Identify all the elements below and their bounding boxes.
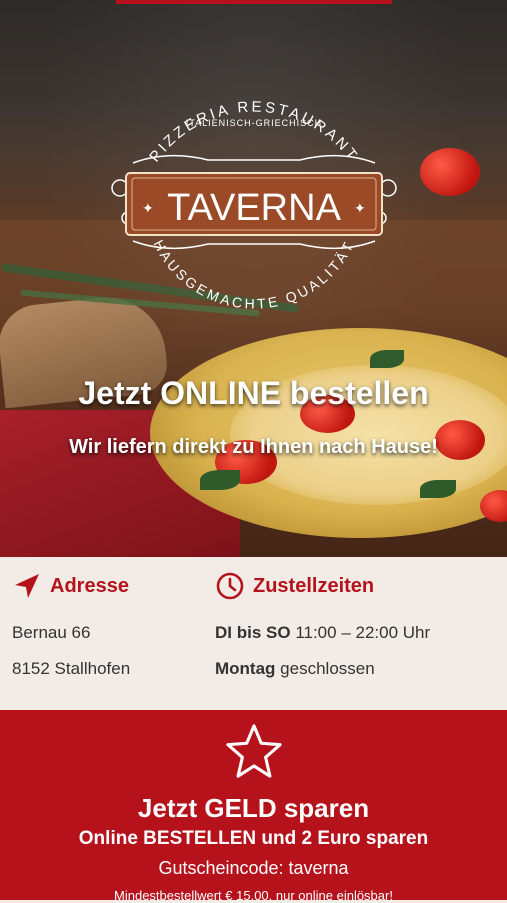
- delivery-hours: geschlossen: [280, 659, 375, 678]
- delivery-days: Montag: [215, 659, 276, 678]
- logo-name: TAVERNA: [167, 187, 341, 229]
- delivery-row: DI bis SO 11:00 – 22:00 Uhr: [215, 615, 430, 651]
- svg-text:✦: ✦: [142, 201, 154, 217]
- promo-code: Gutscheincode: taverna: [158, 858, 349, 878]
- address-street: Bernau 66: [12, 623, 91, 642]
- promo-title: Jetzt GELD sparen: [137, 793, 370, 823]
- delivery-heading: Zustellzeiten: [253, 574, 375, 597]
- location-arrow-icon: [15, 574, 39, 598]
- address-column: Adresse Bernau 66 8152 Stallhofen: [12, 557, 130, 687]
- delivery-row: Montag geschlossen: [215, 651, 430, 687]
- address-heading-row: Adresse: [12, 557, 130, 615]
- delivery-heading-row: Zustellzeiten: [215, 557, 430, 615]
- clock-icon: [216, 572, 244, 600]
- address-heading: Adresse: [50, 574, 129, 597]
- promo-subtitle: Online BESTELLEN und 2 Euro sparen: [78, 828, 429, 849]
- svg-text:✦: ✦: [354, 201, 366, 217]
- top-accent-bar: [116, 0, 392, 4]
- hero-banner: PIZZERIA RESTAURANT ITALIENISCH-GRIECHIS…: [0, 0, 507, 557]
- delivery-days: DI bis SO: [215, 623, 291, 642]
- promo-section: Jetzt GELD sparen Online BESTELLEN und 2…: [0, 710, 507, 903]
- promo-note: Mindestbestellwert € 15,00, nur online e…: [114, 888, 393, 903]
- info-section: Adresse Bernau 66 8152 Stallhofen Zustel…: [0, 557, 507, 710]
- delivery-hours: 11:00 – 22:00 Uhr: [295, 623, 431, 642]
- logo-tagline: ITALIENISCH-GRIECHISCH: [186, 118, 322, 128]
- star-icon: [226, 724, 282, 778]
- delivery-column: Zustellzeiten DI bis SO 11:00 – 22:00 Uh…: [215, 557, 430, 687]
- address-city: 8152 Stallhofen: [12, 659, 131, 678]
- hero-subtitle: Wir liefern direkt zu Ihnen nach Hause!: [69, 436, 438, 458]
- taverna-logo: PIZZERIA RESTAURANT ITALIENISCH-GRIECHIS…: [111, 98, 397, 312]
- hero-title: Jetzt ONLINE bestellen: [78, 375, 429, 411]
